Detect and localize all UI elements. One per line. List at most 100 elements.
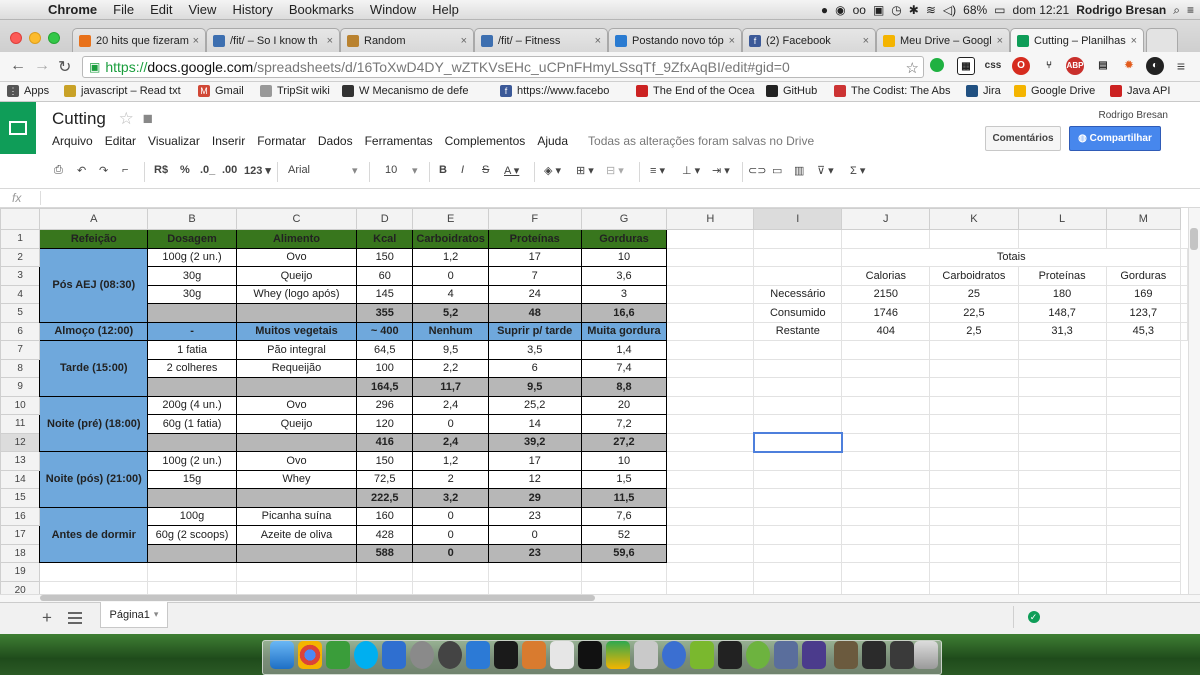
row-header[interactable]: 17	[0, 525, 41, 545]
cell[interactable]	[1105, 469, 1182, 489]
cell[interactable]: 0	[412, 525, 489, 545]
cell[interactable]	[412, 580, 489, 594]
cell[interactable]	[1017, 580, 1107, 594]
cell[interactable]	[929, 562, 1019, 582]
horizontal-align-icon[interactable]: ≡ ▾	[650, 164, 665, 177]
cell[interactable]	[666, 525, 755, 545]
borders-icon[interactable]: ⊞ ▾	[576, 164, 594, 177]
cell[interactable]	[753, 266, 843, 286]
row-header[interactable]: 19	[0, 562, 41, 582]
bookmark-item[interactable]: f https://www.facebo	[500, 85, 609, 97]
documents-stack-icon[interactable]	[890, 641, 914, 669]
sum-cell[interactable]: 9,5	[487, 377, 582, 397]
chrome-icon[interactable]	[298, 641, 322, 669]
bookmark-item[interactable]: TripSit wiki	[260, 85, 330, 97]
cell[interactable]: 150	[356, 247, 414, 267]
cell[interactable]	[929, 229, 1019, 249]
text-wrap-icon[interactable]: ⇥ ▾	[712, 164, 730, 177]
cell[interactable]	[929, 543, 1019, 563]
cell[interactable]	[1105, 488, 1182, 508]
cell[interactable]	[753, 340, 843, 360]
cell[interactable]	[147, 543, 237, 563]
cell[interactable]: 10	[580, 247, 668, 267]
quicktime-icon[interactable]	[662, 641, 686, 669]
cell[interactable]	[753, 414, 843, 434]
cell[interactable]	[666, 303, 755, 323]
totals-title[interactable]: Totais	[841, 247, 1181, 267]
cell[interactable]: 7,4	[580, 358, 668, 378]
cell[interactable]: Queijo	[235, 266, 358, 286]
cell[interactable]: 1,2	[412, 451, 489, 471]
wizard-icon[interactable]	[802, 641, 826, 669]
column-header[interactable]: K	[929, 208, 1019, 230]
bookmark-star-icon[interactable]: ☆	[906, 59, 919, 77]
cell[interactable]: 1,5	[580, 469, 668, 489]
cell[interactable]	[841, 580, 931, 594]
cell[interactable]: 72,5	[356, 469, 414, 489]
cell[interactable]	[487, 580, 582, 594]
row-header[interactable]: 9	[0, 377, 41, 397]
bluetooth-icon[interactable]: ✱	[909, 3, 919, 17]
extension-qr-icon[interactable]: ▦	[957, 57, 975, 75]
app-icon[interactable]	[834, 641, 858, 669]
column-header[interactable]: H	[666, 208, 755, 230]
strikethrough-icon[interactable]: S	[482, 164, 489, 176]
sum-cell[interactable]: 16,6	[580, 303, 668, 323]
cell[interactable]: 2,2	[412, 358, 489, 378]
cell[interactable]	[1017, 414, 1107, 434]
cell[interactable]	[235, 562, 358, 582]
fill-color-icon[interactable]: ◈ ▾	[544, 164, 561, 177]
chrome-menu-icon[interactable]: ≡	[1172, 57, 1190, 75]
cell[interactable]: 7,6	[580, 506, 668, 526]
cell[interactable]	[753, 377, 843, 397]
meal-cell[interactable]: Tarde (15:00)	[39, 340, 149, 397]
filter-icon[interactable]: ⊽ ▾	[817, 164, 834, 177]
cell[interactable]: 100g (2 un.)	[147, 451, 237, 471]
cell[interactable]: 60g (2 scoops)	[147, 525, 237, 545]
cell[interactable]	[39, 580, 149, 594]
cell[interactable]	[753, 229, 843, 249]
cell[interactable]	[929, 395, 1019, 415]
cell[interactable]	[1180, 266, 1188, 286]
extension-fork-icon[interactable]: ⑂	[1040, 57, 1058, 75]
cell[interactable]: 100g	[147, 506, 237, 526]
extension-opera-icon[interactable]: O	[1012, 57, 1030, 75]
select-all-corner[interactable]	[0, 208, 41, 230]
cell[interactable]	[666, 488, 755, 508]
cell[interactable]: 1746	[841, 303, 931, 323]
row-header[interactable]: 12	[0, 432, 41, 452]
vertical-align-icon[interactable]: ⊥ ▾	[682, 164, 700, 177]
utorrent-icon[interactable]	[326, 641, 350, 669]
coffee-icon[interactable]	[522, 641, 546, 669]
row-header[interactable]: 15	[0, 488, 41, 508]
cell[interactable]: 120	[356, 414, 414, 434]
cell[interactable]	[929, 525, 1019, 545]
tab-close-icon[interactable]: ×	[1131, 35, 1137, 47]
sum-cell[interactable]: 355	[356, 303, 414, 323]
android-icon[interactable]	[690, 641, 714, 669]
cell[interactable]: 200g (4 un.)	[147, 395, 237, 415]
cell[interactable]	[841, 340, 931, 360]
row-header[interactable]: 6	[0, 321, 41, 341]
activity-monitor-icon[interactable]	[718, 641, 742, 669]
print-icon[interactable]: ⎙	[54, 164, 63, 177]
meal-cell[interactable]: Antes de dormir	[39, 506, 149, 563]
cell[interactable]	[841, 414, 931, 434]
cell[interactable]: Requeijão	[235, 358, 358, 378]
cell[interactable]: 100	[356, 358, 414, 378]
cell[interactable]	[235, 580, 358, 594]
cell[interactable]	[1017, 229, 1107, 249]
cell[interactable]: 7,2	[580, 414, 668, 434]
cell[interactable]	[666, 506, 755, 526]
cell[interactable]	[235, 377, 358, 397]
browser-tab[interactable]: f (2) Facebook ×	[742, 28, 876, 52]
cell[interactable]: Whey (logo após)	[235, 284, 358, 304]
cell[interactable]	[1105, 525, 1182, 545]
cell[interactable]	[841, 377, 931, 397]
horizontal-scroll-thumb[interactable]	[40, 595, 595, 601]
cell[interactable]: Muitos vegetais	[235, 321, 358, 341]
cell[interactable]	[841, 432, 931, 452]
cell[interactable]: 14	[487, 414, 582, 434]
cell[interactable]	[841, 229, 931, 249]
text-color-icon[interactable]: A ▾	[504, 164, 519, 177]
